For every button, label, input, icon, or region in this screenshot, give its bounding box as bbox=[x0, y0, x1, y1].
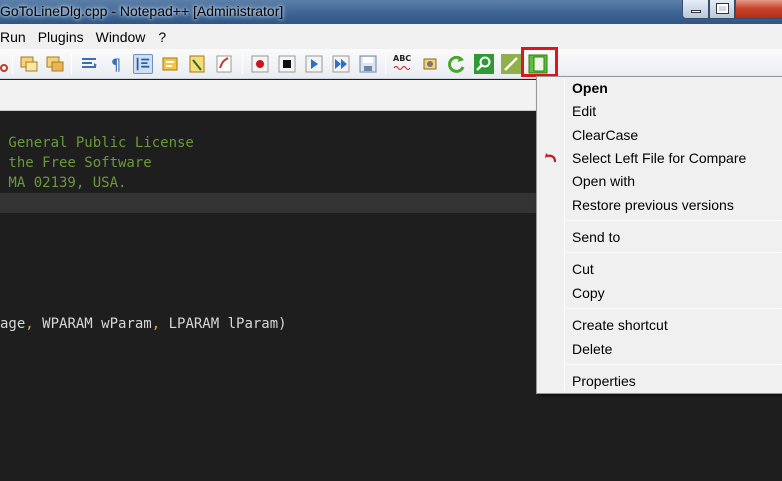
menu-divider bbox=[567, 308, 781, 309]
menu-window[interactable]: Window bbox=[96, 29, 159, 45]
code-line: General Public License bbox=[0, 135, 194, 151]
indent-guide-icon bbox=[136, 57, 150, 71]
stop-macro-icon[interactable] bbox=[277, 54, 297, 74]
function-list-icon[interactable] bbox=[214, 54, 234, 74]
menu-plugins[interactable]: Plugins bbox=[38, 29, 96, 45]
toolbar-highlight-box bbox=[521, 47, 558, 77]
title-bar: GoToLineDlg.cpp - Notepad++ [Administrat… bbox=[0, 0, 782, 24]
spellcheck-options-icon[interactable] bbox=[420, 54, 440, 74]
indent-guide-button[interactable] bbox=[133, 54, 153, 74]
code-token: ) bbox=[278, 316, 287, 332]
search-icon[interactable] bbox=[474, 54, 494, 74]
menu-icon-gutter bbox=[564, 79, 565, 391]
menu-help[interactable]: ? bbox=[158, 29, 174, 45]
menu-item-send-to[interactable]: Send to bbox=[572, 226, 620, 248]
wrap-icon[interactable] bbox=[80, 54, 100, 74]
run-macro-multiple-icon[interactable] bbox=[331, 54, 351, 74]
menu-item-copy[interactable]: Copy bbox=[572, 282, 605, 304]
toolbar: ¶ ABC bbox=[0, 49, 782, 79]
window-title: GoToLineDlg.cpp - Notepad++ [Administrat… bbox=[0, 3, 284, 19]
svg-text:¶: ¶ bbox=[111, 55, 121, 74]
menu-item-edit[interactable]: Edit bbox=[572, 100, 596, 122]
menu-item-delete[interactable]: Delete bbox=[572, 338, 612, 360]
cut-icon[interactable] bbox=[0, 54, 10, 74]
show-all-chars-icon[interactable]: ¶ bbox=[106, 54, 126, 74]
doc-map-icon[interactable] bbox=[187, 54, 207, 74]
user-define-icon[interactable] bbox=[160, 54, 180, 74]
code-line: MA 02139, USA. bbox=[0, 175, 127, 191]
code-token: LPARAM lParam bbox=[168, 316, 279, 332]
context-menu: Open Edit ClearCase Select Left File for… bbox=[536, 76, 782, 394]
close-button[interactable] bbox=[735, 0, 782, 19]
menu-item-create-shortcut[interactable]: Create shortcut bbox=[572, 314, 668, 336]
spellcheck-label: ABC bbox=[393, 54, 412, 63]
refresh-icon[interactable] bbox=[447, 54, 467, 74]
menu-divider bbox=[567, 364, 781, 365]
undo-arrow-icon bbox=[545, 153, 557, 163]
maximize-button[interactable] bbox=[709, 0, 735, 19]
menu-divider bbox=[567, 252, 781, 253]
code-punctuation: , bbox=[25, 316, 43, 332]
menu-run[interactable]: Run bbox=[0, 29, 38, 45]
menu-item-restore-versions[interactable]: Restore previous versions bbox=[572, 194, 734, 216]
save-macro-icon[interactable] bbox=[358, 54, 378, 74]
code-line: the Free Software bbox=[0, 155, 152, 171]
maximize-icon bbox=[715, 3, 729, 14]
menu-item-open-with[interactable]: Open with bbox=[572, 170, 635, 192]
toolbar-separator bbox=[12, 54, 13, 74]
find-icon[interactable] bbox=[19, 54, 39, 74]
window-controls bbox=[682, 0, 782, 19]
toolbar-separator bbox=[71, 54, 72, 74]
play-macro-icon[interactable] bbox=[304, 54, 324, 74]
menu-item-clearcase[interactable]: ClearCase bbox=[572, 124, 638, 146]
edit-with-icon[interactable] bbox=[501, 54, 521, 74]
code-line: age, WPARAM wParam, LPARAM lParam) bbox=[0, 314, 287, 334]
toolbar-separator bbox=[385, 54, 386, 74]
code-token: WPARAM wParam bbox=[42, 316, 152, 332]
menu-item-properties[interactable]: Properties bbox=[572, 370, 636, 392]
replace-icon[interactable] bbox=[45, 54, 65, 74]
menu-item-cut[interactable]: Cut bbox=[572, 258, 594, 280]
toolbar-separator bbox=[242, 54, 243, 74]
spellcheck-icon[interactable]: ABC bbox=[393, 54, 413, 74]
minimize-icon bbox=[690, 10, 701, 13]
code-token: age bbox=[0, 316, 26, 332]
menu-item-open[interactable]: Open bbox=[572, 77, 608, 99]
spellcheck-underline-icon bbox=[393, 66, 411, 70]
menu-bar: Run Plugins Window ? bbox=[0, 24, 782, 49]
menu-item-select-left-compare[interactable]: Select Left File for Compare bbox=[572, 147, 746, 169]
record-macro-icon[interactable] bbox=[250, 54, 270, 74]
minimize-button[interactable] bbox=[682, 0, 709, 19]
code-punctuation: , bbox=[151, 316, 169, 332]
menu-divider bbox=[567, 220, 781, 221]
